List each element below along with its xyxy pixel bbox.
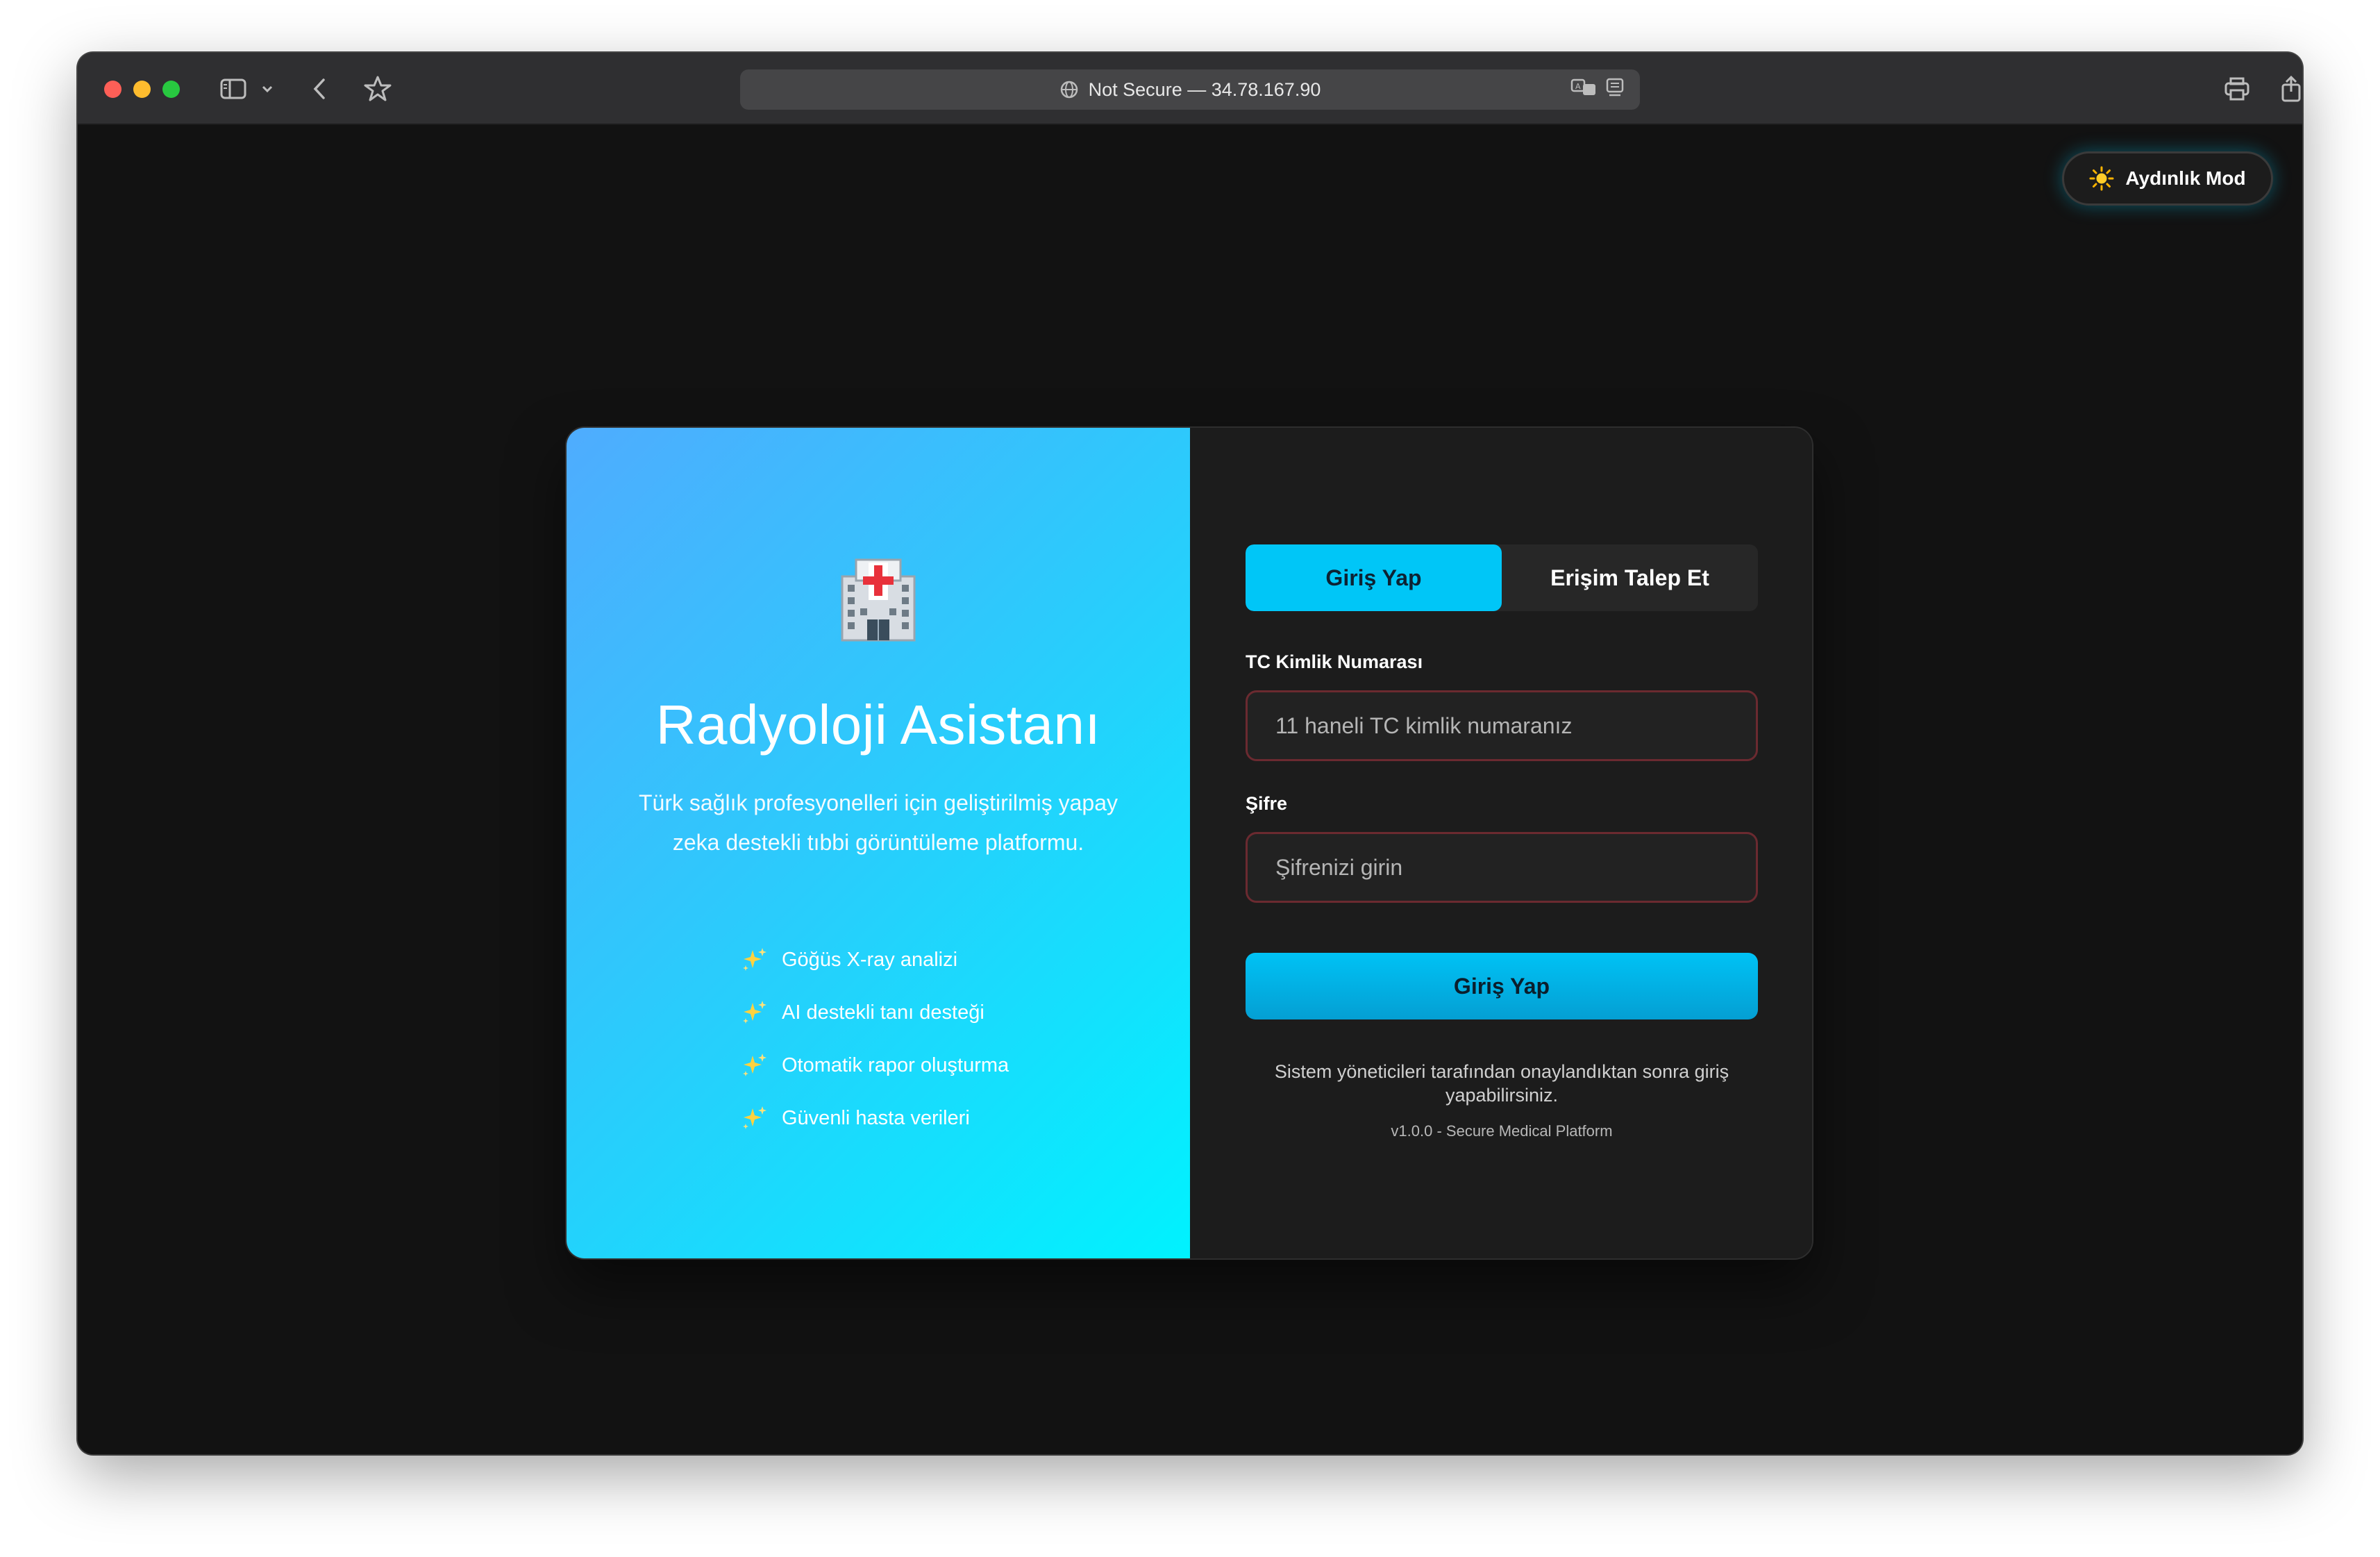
- address-bar[interactable]: Not Secure — 34.78.167.90 A: [740, 69, 1640, 110]
- address-text: Not Secure — 34.78.167.90: [1088, 78, 1321, 100]
- password-input[interactable]: [1275, 854, 1756, 881]
- zoom-window-button[interactable]: [162, 81, 180, 98]
- svg-text:A: A: [1575, 82, 1581, 91]
- sun-icon: [2089, 166, 2114, 191]
- hero-panel: Radyoloji Asistanı Türk sağlık profesyon…: [567, 428, 1190, 1258]
- sparkles-icon: [739, 1103, 769, 1133]
- feature-label: AI destekli tanı desteği: [782, 1001, 984, 1024]
- tab-request-access[interactable]: Erişim Talep Et: [1502, 544, 1758, 611]
- sidebar-icon[interactable]: [214, 69, 253, 108]
- theme-toggle-label: Aydınlık Mod: [2125, 167, 2246, 189]
- bookmark-star-icon[interactable]: [355, 69, 400, 108]
- app-title: Radyoloji Asistanı: [655, 694, 1101, 756]
- print-icon[interactable]: [2216, 69, 2258, 108]
- hospital-icon: [567, 553, 1190, 644]
- password-label: Şifre: [1246, 793, 1288, 814]
- feature-item: AI destekli tanı desteği: [739, 986, 1009, 1039]
- feature-label: Otomatik rapor oluşturma: [782, 1054, 1009, 1076]
- login-submit-button[interactable]: Giriş Yap: [1246, 953, 1758, 1019]
- approval-note: Sistem yöneticileri tarafından onaylandı…: [1274, 1061, 1729, 1106]
- chevron-down-icon[interactable]: [257, 69, 278, 108]
- back-icon[interactable]: [300, 69, 339, 108]
- feature-item: Göğüs X-ray analizi: [739, 933, 1009, 986]
- theme-toggle-button[interactable]: Aydınlık Mod: [2062, 151, 2273, 206]
- sparkles-icon: [739, 997, 769, 1028]
- auth-tabs: Giriş Yap Erişim Talep Et: [1246, 544, 1758, 611]
- tc-number-input[interactable]: [1275, 713, 1756, 739]
- feature-item: Otomatik rapor oluşturma: [739, 1039, 1009, 1092]
- sparkles-icon: [739, 1050, 769, 1081]
- app-description: Türk sağlık profesyonelleri için gelişti…: [638, 790, 1118, 855]
- password-field: [1246, 832, 1758, 903]
- tc-number-field: [1246, 690, 1758, 761]
- share-icon[interactable]: [2270, 69, 2302, 108]
- translate-icon[interactable]: A: [1570, 77, 1598, 103]
- login-form-panel: Giriş Yap Erişim Talep Et TC Kimlik Numa…: [1190, 428, 1812, 1258]
- close-window-button[interactable]: [104, 81, 121, 98]
- minimize-window-button[interactable]: [133, 81, 151, 98]
- feature-label: Güvenli hasta verileri: [782, 1106, 970, 1129]
- reader-icon[interactable]: [1605, 77, 1625, 103]
- feature-item: Güvenli hasta verileri: [739, 1092, 1009, 1144]
- tc-number-label: TC Kimlik Numarası: [1246, 651, 1423, 672]
- tab-login[interactable]: Giriş Yap: [1246, 544, 1502, 611]
- browser-toolbar: Not Secure — 34.78.167.90 A: [78, 53, 2302, 125]
- page-viewport: Aydınlık Mod Radyoloji Asistanı Türk sağ…: [78, 125, 2302, 1454]
- browser-window: Not Secure — 34.78.167.90 A Aydınlık Mod…: [78, 53, 2302, 1454]
- version-text: v1.0.0 - Secure Medical Platform: [1391, 1122, 1613, 1140]
- login-card: Radyoloji Asistanı Türk sağlık profesyon…: [565, 426, 1813, 1260]
- globe-icon: [1059, 80, 1079, 99]
- feature-list: Göğüs X-ray analizi AI destekli tanı des…: [739, 933, 1009, 1144]
- feature-label: Göğüs X-ray analizi: [782, 948, 958, 971]
- sparkles-icon: [739, 944, 769, 975]
